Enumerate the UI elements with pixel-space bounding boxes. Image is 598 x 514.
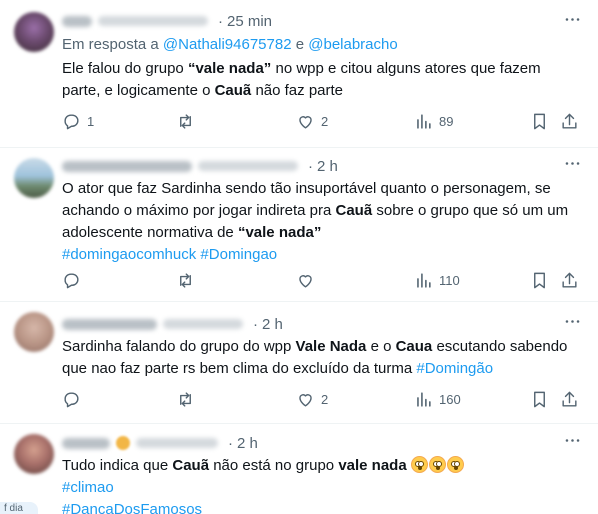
tweet-header: · 2 h — [62, 156, 338, 176]
tweet-header: · 2 h — [62, 314, 283, 334]
reply-mention-1[interactable]: @Nathali94675782 — [163, 36, 292, 53]
hashtag-link[interactable]: #Domingão — [416, 360, 493, 377]
flushed-face-emoji — [428, 456, 446, 473]
bookmark-button[interactable] — [530, 269, 555, 291]
author-handle[interactable] — [198, 161, 298, 171]
separator-dot: · — [308, 157, 313, 175]
reply-icon — [64, 113, 79, 129]
avatar[interactable] — [14, 312, 54, 352]
action-bar: 110 — [62, 269, 582, 291]
views-icon — [417, 272, 431, 288]
views-button[interactable]: 160 — [414, 388, 461, 410]
hashtag-link[interactable]: #domingaocomhuck — [62, 246, 196, 263]
more-icon — [563, 154, 582, 178]
action-bar: 2 160 — [62, 388, 582, 410]
tweet-header: · 2 h — [62, 433, 258, 453]
hashtag-link[interactable]: #Domingao — [200, 246, 277, 263]
timestamp[interactable]: 2 h — [317, 158, 338, 175]
reply-mention-2[interactable]: @belabracho — [308, 36, 397, 53]
tweet-3[interactable]: · 2 h Sardinha falando do grupo do wpp V… — [0, 302, 598, 424]
action-bar: 1 2 89 — [62, 110, 582, 132]
tweet-text: Ele falou do grupo “vale nada” no wpp e … — [62, 60, 541, 99]
like-icon — [299, 115, 312, 129]
more-button[interactable] — [562, 433, 582, 453]
share-button[interactable] — [560, 269, 585, 291]
more-icon — [563, 431, 582, 455]
reply-button[interactable]: 1 — [62, 110, 94, 132]
tweet-text: Tudo indica que Cauã não está no grupo v… — [62, 455, 578, 514]
separator-dot: · — [253, 315, 258, 333]
author-name[interactable] — [62, 318, 157, 330]
hashtag-link[interactable]: #climao — [62, 479, 114, 496]
like-icon — [299, 393, 312, 407]
tweet-header: · 25 min — [62, 11, 272, 31]
author-name[interactable] — [62, 160, 192, 172]
reply-context: Em resposta a @Nathali94675782 e @belabr… — [62, 36, 398, 53]
author-name[interactable] — [62, 437, 110, 449]
share-icon — [562, 272, 577, 288]
like-button[interactable]: 2 — [296, 110, 328, 132]
views-button[interactable]: 110 — [414, 269, 460, 291]
reply-icon — [64, 391, 79, 407]
retweet-icon — [180, 391, 191, 407]
more-button[interactable] — [562, 12, 582, 32]
bookmark-button[interactable] — [530, 388, 555, 410]
share-icon — [562, 391, 577, 407]
tweet-4[interactable]: · 2 h Tudo indica que Cauã não está no g… — [0, 424, 598, 514]
like-icon — [299, 274, 312, 288]
retweet-icon — [180, 113, 191, 129]
timestamp[interactable]: 2 h — [262, 316, 283, 333]
flushed-face-emoji — [446, 456, 464, 473]
reply-button[interactable] — [62, 269, 87, 291]
views-icon — [417, 391, 431, 407]
author-handle[interactable] — [98, 16, 208, 26]
separator-dot: · — [218, 12, 223, 30]
bookmark-button[interactable] — [530, 110, 555, 132]
bookmark-icon — [534, 113, 545, 129]
timestamp[interactable]: 2 h — [237, 435, 258, 452]
tweet-text: O ator que faz Sardinha sendo tão insupo… — [62, 180, 569, 263]
retweet-icon — [180, 272, 191, 288]
hashtag-link[interactable]: #DancaDosFamosos — [62, 501, 202, 514]
share-icon — [562, 113, 577, 129]
more-icon — [563, 312, 582, 336]
tweet-text: Sardinha falando do grupo do wpp Vale Na… — [62, 338, 568, 377]
author-handle[interactable] — [136, 438, 218, 448]
views-button[interactable]: 89 — [414, 110, 453, 132]
separator-dot: · — [228, 434, 233, 452]
views-icon — [417, 113, 431, 129]
avatar[interactable] — [14, 12, 54, 52]
more-button[interactable] — [562, 156, 582, 176]
reply-button[interactable] — [62, 388, 87, 410]
author-name[interactable] — [62, 15, 92, 27]
more-icon — [563, 10, 582, 34]
reply-icon — [64, 272, 79, 288]
bookmark-icon — [534, 272, 545, 288]
tweet-1[interactable]: · 25 min Em resposta a @Nathali94675782 … — [0, 0, 598, 148]
retweet-button[interactable] — [176, 269, 201, 291]
author-handle[interactable] — [163, 319, 243, 329]
share-button[interactable] — [560, 388, 585, 410]
bookmark-icon — [534, 391, 545, 407]
avatar[interactable] — [14, 434, 54, 474]
corner-tab[interactable]: f dia — [0, 502, 38, 514]
retweet-button[interactable] — [176, 110, 201, 132]
avatar[interactable] — [14, 158, 54, 198]
timestamp[interactable]: 25 min — [227, 13, 272, 30]
like-button[interactable]: 2 — [296, 388, 328, 410]
flushed-face-emoji — [410, 456, 428, 473]
more-button[interactable] — [562, 314, 582, 334]
like-button[interactable] — [296, 269, 321, 291]
emoji-icon — [116, 436, 130, 450]
share-button[interactable] — [560, 110, 585, 132]
tweet-2[interactable]: · 2 h O ator que faz Sardinha sendo tão … — [0, 148, 598, 302]
retweet-button[interactable] — [176, 388, 201, 410]
